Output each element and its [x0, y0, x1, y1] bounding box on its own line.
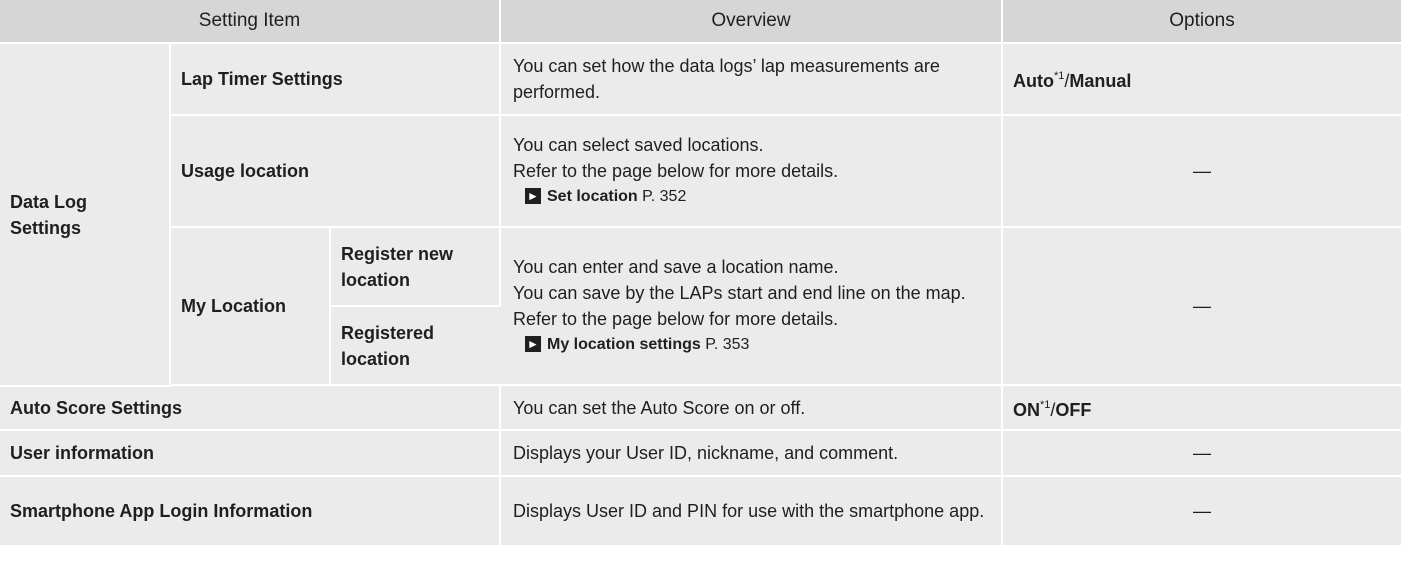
smartphone-login-overview: Displays User ID and PIN for use with th…	[500, 476, 1003, 547]
page-reference[interactable]: ► My location settings P. 353	[513, 332, 991, 358]
footnote-mark: *1	[1040, 398, 1051, 411]
right-arrow-box-icon: ►	[525, 335, 541, 352]
overview-line: Refer to the page below for more details…	[513, 309, 839, 329]
usage-location-label: Usage location	[170, 115, 501, 228]
right-arrow-box-icon: ►	[525, 187, 541, 204]
table-row: Data Log Settings Lap Timer Settings You…	[0, 43, 1401, 387]
lap-timer-options: Auto*1/Manual	[1002, 43, 1401, 116]
reference-title: My location settings	[547, 336, 701, 353]
header-setting-item: Setting Item	[0, 0, 501, 44]
user-information-options: —	[1002, 430, 1401, 477]
registered-location-label: Registered location	[330, 306, 500, 386]
header-overview: Overview	[500, 0, 1003, 44]
footnote-mark: *1	[1053, 70, 1065, 82]
table-row: My Location Register new location You ca…	[0, 227, 1401, 386]
option-off: OFF	[1055, 399, 1092, 420]
option-manual: Manual	[1069, 71, 1132, 91]
header-options: Options	[1002, 0, 1401, 44]
usage-location-overview: You can select saved locations. Refer to…	[500, 115, 1003, 228]
table-row: Usage location You can select saved loca…	[0, 115, 1401, 228]
user-information-label: User information	[0, 430, 501, 477]
auto-score-label: Auto Score Settings	[0, 386, 501, 431]
settings-table: Setting Item Overview Options Data Log S…	[0, 0, 1401, 547]
overview-line: Refer to the page below for more details…	[513, 161, 839, 181]
reference-title: Set location	[547, 188, 638, 205]
table-header-row: Setting Item Overview Options	[0, 0, 1401, 44]
my-location-options: —	[1002, 227, 1401, 386]
register-new-location-label: Register new location	[330, 227, 501, 307]
auto-score-options: ON*1/OFF	[1002, 386, 1401, 431]
smartphone-login-options: —	[1002, 476, 1401, 547]
data-log-settings-label: Data Log Settings	[0, 43, 171, 387]
page-reference[interactable]: ► Set location P. 352	[513, 184, 991, 210]
overview-line: You can select saved locations.	[513, 135, 764, 155]
lap-timer-overview: You can set how the data logs’ lap measu…	[500, 43, 1003, 116]
option-auto: Auto	[1013, 71, 1054, 91]
overview-line: You can save by the LAPs start and end l…	[513, 283, 966, 303]
reference-page: P. 352	[642, 188, 687, 205]
table-row: User information Displays your User ID, …	[0, 430, 1401, 477]
my-location-overview: You can enter and save a location name. …	[500, 227, 1003, 386]
table-row: Smartphone App Login Information Display…	[0, 476, 1401, 547]
usage-location-options: —	[1002, 115, 1401, 228]
overview-line: You can enter and save a location name.	[513, 257, 839, 277]
reference-page: P. 353	[705, 336, 750, 353]
user-information-overview: Displays your User ID, nickname, and com…	[500, 430, 1003, 477]
option-on: ON	[1013, 399, 1040, 420]
lap-timer-label: Lap Timer Settings	[170, 43, 501, 116]
auto-score-overview: You can set the Auto Score on or off.	[500, 386, 1003, 431]
table-row: Auto Score Settings You can set the Auto…	[0, 386, 1401, 431]
my-location-label: My Location	[170, 227, 331, 386]
smartphone-login-label: Smartphone App Login Information	[0, 476, 501, 547]
